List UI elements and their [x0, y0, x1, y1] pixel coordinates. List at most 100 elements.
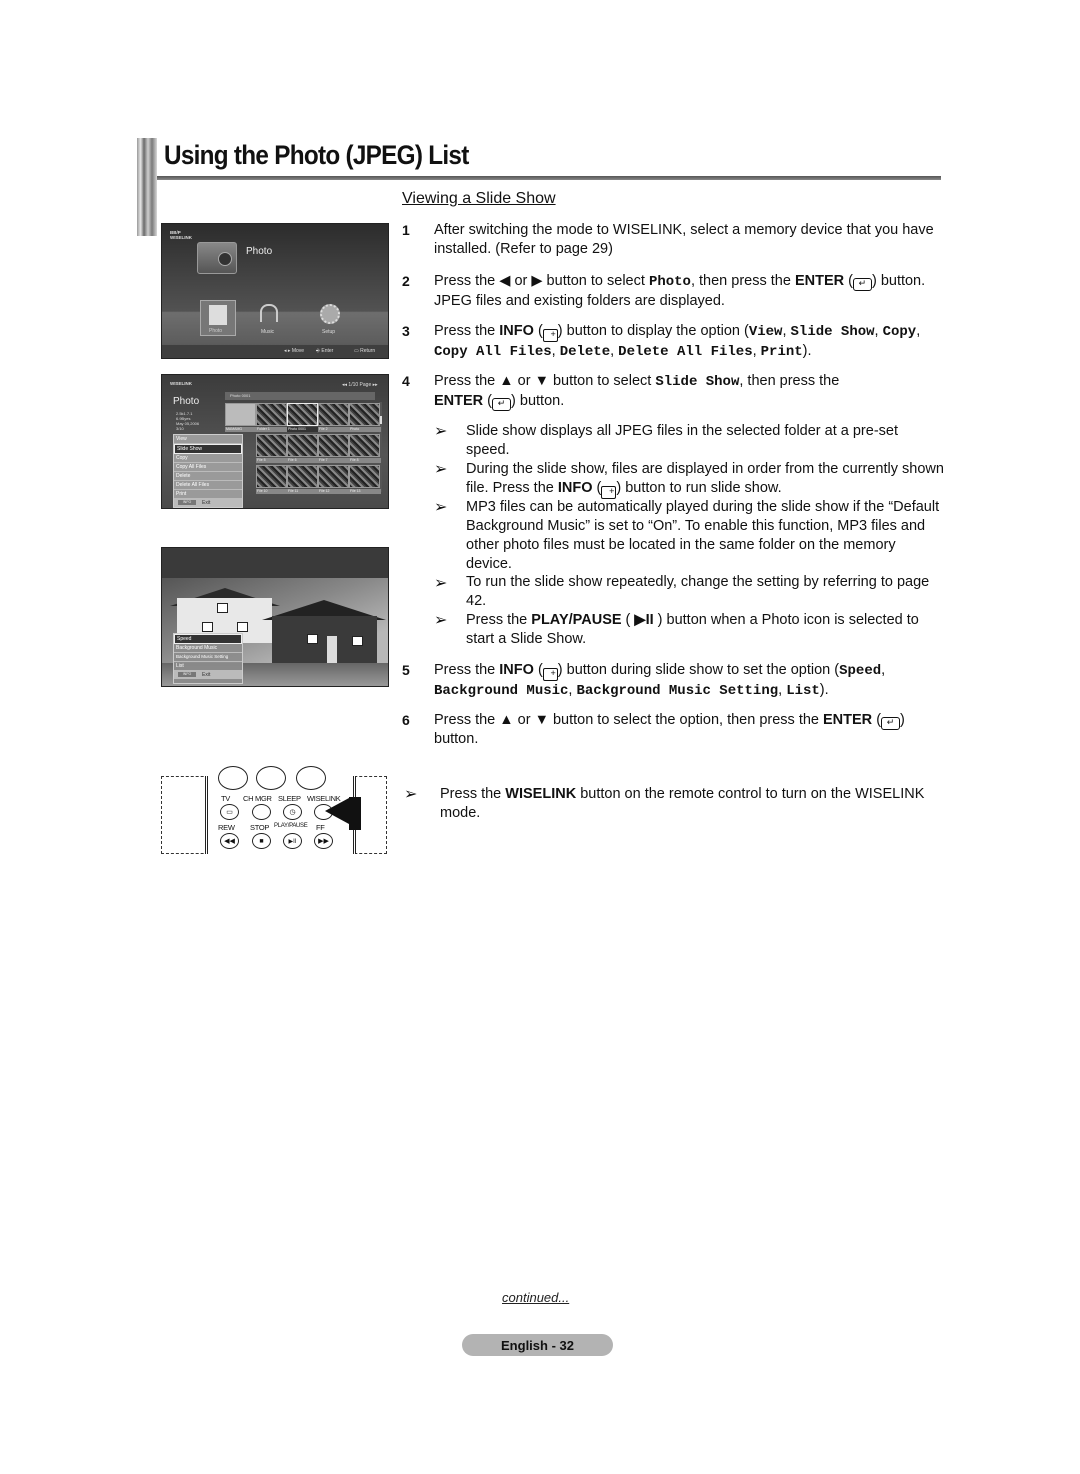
photo-list-heading: Photo	[173, 396, 200, 407]
continued-label: continued...	[502, 1290, 570, 1305]
page-indicator: ◂◂ 1/10 Page ▸▸	[342, 382, 378, 388]
menu-item-background-music-setting[interactable]: Background Music Setting	[174, 653, 242, 662]
play-pause-label: PLAY/PAUSE	[274, 823, 308, 829]
wiselink-logo: WISELINK	[170, 381, 192, 386]
exit-label: Exit	[202, 672, 211, 678]
thumbnail[interactable]	[287, 465, 318, 488]
thumbnail[interactable]	[256, 434, 287, 457]
photo-list-screenshot: WISELINK ◂◂ 1/10 Page ▸▸ Photo 2.5k1.7.1…	[161, 374, 389, 509]
menu-exit-row[interactable]: INFO Exit	[174, 499, 242, 507]
file-info: 2.5k1.7.1 6.9Byes May 05,2006 3/10	[176, 411, 200, 431]
step-3-text: Press the INFO (+) button to display the…	[434, 323, 921, 360]
thumbnail[interactable]	[349, 434, 380, 457]
ch-mgr-label: CH MGR	[243, 794, 272, 803]
menu-item-speed[interactable]: Speed	[174, 634, 242, 644]
menu-item-copy[interactable]: Copy	[174, 454, 242, 463]
note-text: Press the PLAY/PAUSE ( ▶II ) button when…	[466, 612, 919, 647]
note-text: Slide show displays all JPEG files in th…	[466, 423, 898, 458]
menu-item-delete[interactable]: Delete	[174, 472, 242, 481]
slideshow-screenshot: Speed Background Music Background Music …	[161, 547, 389, 687]
thumbnail[interactable]	[256, 403, 287, 426]
slideshow-options-menu: Speed Background Music Background Music …	[173, 633, 243, 684]
photo-icon	[209, 305, 227, 325]
header-rule	[157, 176, 941, 180]
gear-icon	[320, 304, 340, 324]
menu-exit-row[interactable]: INFO Exit	[174, 671, 242, 679]
step-number: 5	[402, 662, 410, 678]
tab-setup[interactable]: Setup	[322, 329, 335, 335]
section-title: Viewing a Slide Show	[402, 190, 556, 207]
remote-top-button	[218, 766, 248, 790]
info-icon: +	[542, 329, 558, 342]
enter-icon: ↵	[492, 398, 512, 411]
play-pause-button[interactable]: ▶II	[283, 833, 302, 849]
wiselink-logo: BB/P WISELINK	[170, 230, 192, 240]
note-text: During the slide show, files are display…	[466, 460, 944, 499]
thumbnail[interactable]	[349, 465, 380, 488]
sleep-label: SLEEP	[278, 794, 301, 803]
headphones-icon	[260, 304, 278, 322]
dark-chalet	[272, 616, 377, 664]
step-6-text: Press the ▲ or ▼ button to select the op…	[434, 712, 905, 747]
thumbnail-selected[interactable]	[287, 403, 318, 426]
enter-icon: ↵	[881, 717, 901, 730]
rew-label: REW	[218, 823, 235, 832]
info-key-icon: INFO	[178, 672, 196, 677]
pointer-arrow-tail	[349, 797, 361, 830]
menu-item-copy-all-files[interactable]: Copy All Files	[174, 463, 242, 472]
ff-label: FF	[316, 823, 325, 832]
stop-button[interactable]: ■	[252, 833, 271, 849]
info-key-icon: INFO	[178, 500, 196, 505]
enter-icon: ↵	[852, 278, 872, 291]
ch-mgr-button[interactable]	[252, 804, 271, 820]
tv-label: TV	[221, 794, 230, 803]
rew-button[interactable]: ◀◀	[220, 833, 239, 849]
menu-item-background-music[interactable]: Background Music	[174, 644, 242, 653]
step-number: 3	[402, 323, 410, 339]
thumbnail[interactable]	[318, 434, 349, 457]
tab-photo[interactable]: Photo	[200, 300, 236, 336]
thumbnail[interactable]	[349, 403, 380, 426]
page-title: Using the Photo (JPEG) List	[164, 140, 469, 170]
note-arrow-icon: ➢	[434, 423, 448, 440]
stop-label: STOP	[250, 823, 270, 832]
ff-button[interactable]: ▶▶	[314, 833, 333, 849]
header-accent-bar	[137, 138, 157, 236]
return-hint: ▭ Return	[354, 348, 376, 354]
menu-item-list[interactable]: List	[174, 662, 242, 671]
note-text: MP3 files can be automatically played du…	[466, 499, 940, 572]
menu-item-view[interactable]: View	[174, 435, 242, 444]
nav-hint-bar: ◂ ▸ Move ⎆ Enter ▭ Return	[162, 345, 388, 358]
thumbnail[interactable]	[256, 465, 287, 488]
wiselink-note: Press the WISELINK button on the remote …	[440, 786, 925, 821]
thumbnail[interactable]	[318, 465, 349, 488]
step-number: 2	[402, 273, 410, 289]
path-bar: Photo 0001	[225, 392, 375, 400]
menu-item-delete-all-files[interactable]: Delete All Files	[174, 481, 242, 490]
play-pause-icon: ▶II	[634, 612, 654, 628]
tv-button[interactable]: ▭	[220, 804, 239, 820]
thumbnail[interactable]	[287, 434, 318, 457]
step-1-text: After switching the mode to WISELINK, se…	[434, 222, 934, 257]
info-icon: +	[542, 668, 558, 681]
tab-music[interactable]: Music	[261, 329, 274, 335]
note-text: To run the slide show repeatedly, change…	[466, 574, 930, 609]
step-number: 4	[402, 373, 410, 389]
photo-options-menu: View Slide Show Copy Copy All Files Dele…	[173, 434, 243, 508]
wiselink-main-menu-screenshot: BB/P WISELINK Photo Photo Music Setup ◂ ▸…	[161, 223, 389, 359]
sleep-button[interactable]: ◷	[283, 804, 302, 820]
enter-hint: ⎆ Enter	[316, 348, 334, 354]
step-number: 1	[402, 222, 410, 238]
thumbnail[interactable]	[318, 403, 349, 426]
step-4-text: Press the ▲ or ▼ button to select Slide …	[434, 373, 840, 411]
note-arrow-icon: ➢	[434, 461, 448, 478]
move-hint: ◂ ▸ Move	[284, 348, 305, 354]
menu-item-print[interactable]: Print	[174, 490, 242, 499]
pointer-arrow-icon	[325, 798, 349, 824]
folder-thumbnail[interactable]	[225, 403, 256, 426]
remote-top-button	[296, 766, 326, 790]
menu-heading: Photo	[246, 246, 273, 257]
exit-label: Exit	[202, 500, 211, 506]
menu-item-slide-show[interactable]: Slide Show	[174, 444, 242, 454]
remote-top-button	[256, 766, 286, 790]
